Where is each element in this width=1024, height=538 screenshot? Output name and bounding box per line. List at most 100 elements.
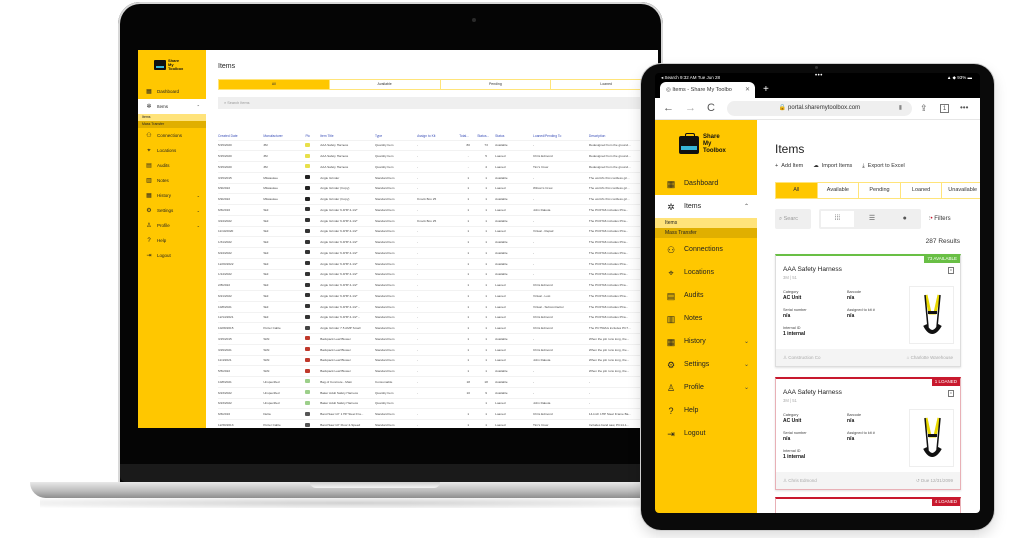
search-input[interactable]: ⌕ Searc — [775, 209, 811, 229]
table-row[interactable]: 6/23/2022 Unspecified Baker Adult Safety H… — [218, 397, 658, 409]
table-row[interactable]: 2/8/2022 Skil Angle Grinder 6.4HP 4-1/2" St… — [218, 279, 658, 291]
tab-all[interactable]: All — [219, 80, 330, 89]
item-card[interactable]: 1 LOANED AAA Safety Harness 3M | 51 ≡ Catego… — [775, 377, 961, 490]
tab-available[interactable]: Available — [329, 80, 441, 89]
chevron-down-icon[interactable]: ⌄ — [197, 193, 200, 198]
browser-tab[interactable]: ◎ Items - Share My Toolbo ✕ — [660, 82, 755, 98]
sidebar-item-locations[interactable]: ⌖ Locations — [138, 143, 206, 158]
sidebar-item-help[interactable]: ? Help — [138, 233, 206, 248]
table-row[interactable]: 6/21/2022 Skil Angle Grinder 6.4HP 4-1/2" S… — [218, 290, 658, 302]
sidebar-item-items[interactable]: ✲ Items ⌃ — [655, 195, 757, 218]
table-row[interactable]: 6/9/2022 Milwaukee Angle Grinder (Copy) Sta… — [218, 182, 658, 194]
sidebar-item-items[interactable]: ✲ Items ⌃ — [138, 99, 206, 114]
sidebar-item-logout[interactable]: ⇥ Logout — [138, 248, 206, 263]
sidebar-subitem-items[interactable]: Items — [655, 218, 757, 228]
table-row[interactable]: 5/15/2020 3M AAA Safety Harness Quantity It… — [218, 139, 658, 151]
item-card[interactable]: 4 LOANED — [775, 497, 961, 513]
table-row[interactable]: 12/20/2022 Skil Angle Grinder 6.4HP 4-1/2"… — [218, 257, 658, 269]
multitask-dots-icon[interactable]: ••• — [815, 73, 823, 79]
back-button[interactable]: ← — [663, 101, 674, 115]
sidebar-item-connections[interactable]: ⚇ Connections — [655, 238, 757, 261]
share-button[interactable]: ⇪ — [920, 101, 928, 115]
sidebar-item-profile[interactable]: ♙ Profile ⌄ — [138, 218, 206, 233]
sidebar-subitem-items[interactable]: Items — [138, 114, 206, 121]
sidebar-item-audits[interactable]: ▤ Audits — [655, 284, 757, 307]
column-header-created-date[interactable]: Created Date — [218, 132, 263, 140]
filters-button[interactable]: ⫶• Filters — [929, 209, 951, 229]
sidebar-item-notes[interactable]: ▥ Notes — [655, 307, 757, 330]
sidebar-item-locations[interactable]: ⌖ Locations — [655, 261, 757, 284]
column-header-status[interactable]: Status... — [477, 132, 495, 140]
sidebar-item-settings[interactable]: ⚙ Settings ⌄ — [138, 203, 206, 218]
table-row[interactable]: 5/15/2020 3M AAA Safety Harness Quantity It… — [218, 161, 658, 173]
tab-all[interactable]: All — [776, 183, 818, 198]
table-row[interactable]: 10/8/2021 Skil Angle Grinder 6.4HP 4-1/2".… — [218, 300, 658, 312]
chevron-down-icon[interactable]: ⌄ — [197, 208, 200, 213]
column-header-manufacturer[interactable]: Manufacturer — [263, 132, 305, 140]
tab-loaned[interactable]: Loaned — [900, 183, 943, 198]
tab-switcher-button[interactable]: 1 — [940, 104, 949, 113]
sidebar-item-audits[interactable]: ▤ Audits — [138, 158, 206, 173]
export-to-excel-button[interactable]: ⤓ Export to Excel — [862, 163, 904, 170]
chevron-down-icon[interactable]: ⌄ — [744, 384, 749, 391]
column-header-total[interactable]: Total... — [459, 132, 477, 140]
table-row[interactable]: 12/30/2013 Porter Cable Band Saw 14" Floor… — [218, 419, 658, 428]
table-row[interactable]: 10/8/2021 Unspecified Bag of Concrete - Ma… — [218, 376, 658, 388]
tab-available[interactable]: Available — [817, 183, 860, 198]
search-input[interactable]: ⌕ Search Items — [218, 97, 658, 109]
table-row[interactable]: 3/29/2021 Stihl Backpack Leaf Blower Standa… — [218, 343, 658, 355]
sidebar-subitem-mass-transfer[interactable]: Mass Transfer — [138, 121, 206, 128]
table-row[interactable]: 5/5/2022 Stihl Backpack Leaf Blower Standar… — [218, 365, 658, 377]
grid-view-icon[interactable]: ⁞⁞⁞ — [821, 211, 854, 227]
table-row[interactable]: 1/31/2022 Skil Angle Grinder 6.4HP 4-1/2" S… — [218, 236, 658, 248]
sidebar-item-notes[interactable]: ▥ Notes — [138, 173, 206, 188]
brand-logo[interactable]: Share My Toolbox — [679, 133, 739, 158]
column-header-loaned-pending-to[interactable]: Loaned/Pending To — [533, 132, 589, 140]
sidebar-item-history[interactable]: ▦ History ⌄ — [655, 330, 757, 353]
column-header-item-title[interactable]: Item Title — [320, 132, 375, 140]
map-pin-icon[interactable]: ● — [888, 209, 921, 229]
chevron-down-icon[interactable]: ⌄ — [744, 361, 749, 368]
sidebar-item-settings[interactable]: ⚙ Settings ⌄ — [655, 353, 757, 376]
sidebar-item-connections[interactable]: ⚇ Connections — [138, 128, 206, 143]
table-row[interactable]: 6/24/2022 Skil Angle Grinder 6.4HP 4-1/2" S… — [218, 247, 658, 259]
tab-pending[interactable]: Pending — [440, 80, 552, 89]
chevron-down-icon[interactable]: ⌄ — [197, 223, 200, 228]
table-row[interactable]: 6/6/2016 Skil Angle Grinder 6.4HP 4-1/2" St… — [218, 204, 658, 216]
clipboard-icon[interactable]: ≡ — [948, 390, 954, 397]
table-row[interactable]: 12/14/2021 Skil Angle Grinder 6.4HP 4-1/2"… — [218, 311, 658, 323]
tab-pending[interactable]: Pending — [859, 183, 901, 198]
table-row[interactable]: 6/6/2016 Delta Band Saw 14" 1 HP Steel Fra… — [218, 408, 658, 420]
column-header-type[interactable]: Type — [375, 132, 417, 140]
item-card[interactable]: 73 AVAILABLE AAA Safety Harness 3M | 51 ≡ Ca… — [775, 254, 961, 367]
item-name[interactable]: AAA Safety Harness — [783, 389, 842, 396]
table-row[interactable]: 1/14/2022 Skil Angle Grinder 6.4HP 4-1/2" S… — [218, 268, 658, 280]
more-menu-button[interactable]: ••• — [960, 101, 968, 115]
clipboard-icon[interactable]: ≡ — [948, 267, 954, 274]
table-row[interactable]: 3/15/2015 Stihl Backpack Leaf Blower Standa… — [218, 333, 658, 345]
tab-unavailable[interactable]: Unavailable — [942, 183, 980, 198]
table-row[interactable]: 3/15/2015 Milwaukee Angle Grinder Standard … — [218, 171, 658, 183]
table-row[interactable]: 6/9/2022 Milwaukee Angle Grinder (Copy) Sta… — [218, 193, 658, 205]
chevron-down-icon[interactable]: ⌄ — [744, 338, 749, 345]
list-view-icon[interactable]: ☰ — [856, 209, 889, 229]
sidebar-item-profile[interactable]: ♙ Profile ⌄ — [655, 376, 757, 399]
table-row[interactable]: 6/23/2022 Unspecified Baker Adult Safety H… — [218, 386, 658, 398]
sidebar-item-history[interactable]: ▦ History ⌄ — [138, 188, 206, 203]
table-row[interactable]: 3/24/2022 Skil Angle Grinder 6.4HP 4-1/2" S… — [218, 214, 658, 226]
address-bar[interactable]: 🔒 portal.sharemytoolbox.com ▮ — [727, 101, 912, 116]
table-row[interactable]: 11/10/2020 Skil Angle Grinder 6.4HP 4-1/2"… — [218, 225, 658, 237]
column-header-assign-to-kit[interactable]: Assign to Kit — [417, 132, 459, 140]
import-items-button[interactable]: ☁ Import Items — [813, 163, 852, 170]
sidebar-item-logout[interactable]: ⇥ Logout — [655, 422, 757, 445]
item-name[interactable]: AAA Safety Harness — [783, 266, 842, 273]
chevron-up-icon[interactable]: ⌃ — [744, 203, 749, 210]
column-header-status[interactable]: Status — [495, 132, 533, 140]
close-tab-icon[interactable]: ✕ — [745, 82, 750, 98]
column-header-description[interactable]: Description — [589, 132, 647, 140]
chevron-up-icon[interactable]: ⌃ — [197, 104, 200, 109]
table-row[interactable]: 11/4/2021 Stihl Backpack Leaf Blower Standa… — [218, 354, 658, 366]
sidebar-item-dashboard[interactable]: ▦ Dashboard — [655, 172, 757, 195]
sidebar-item-dashboard[interactable]: ▦ Dashboard — [138, 84, 206, 99]
forward-button[interactable]: → — [685, 101, 696, 115]
